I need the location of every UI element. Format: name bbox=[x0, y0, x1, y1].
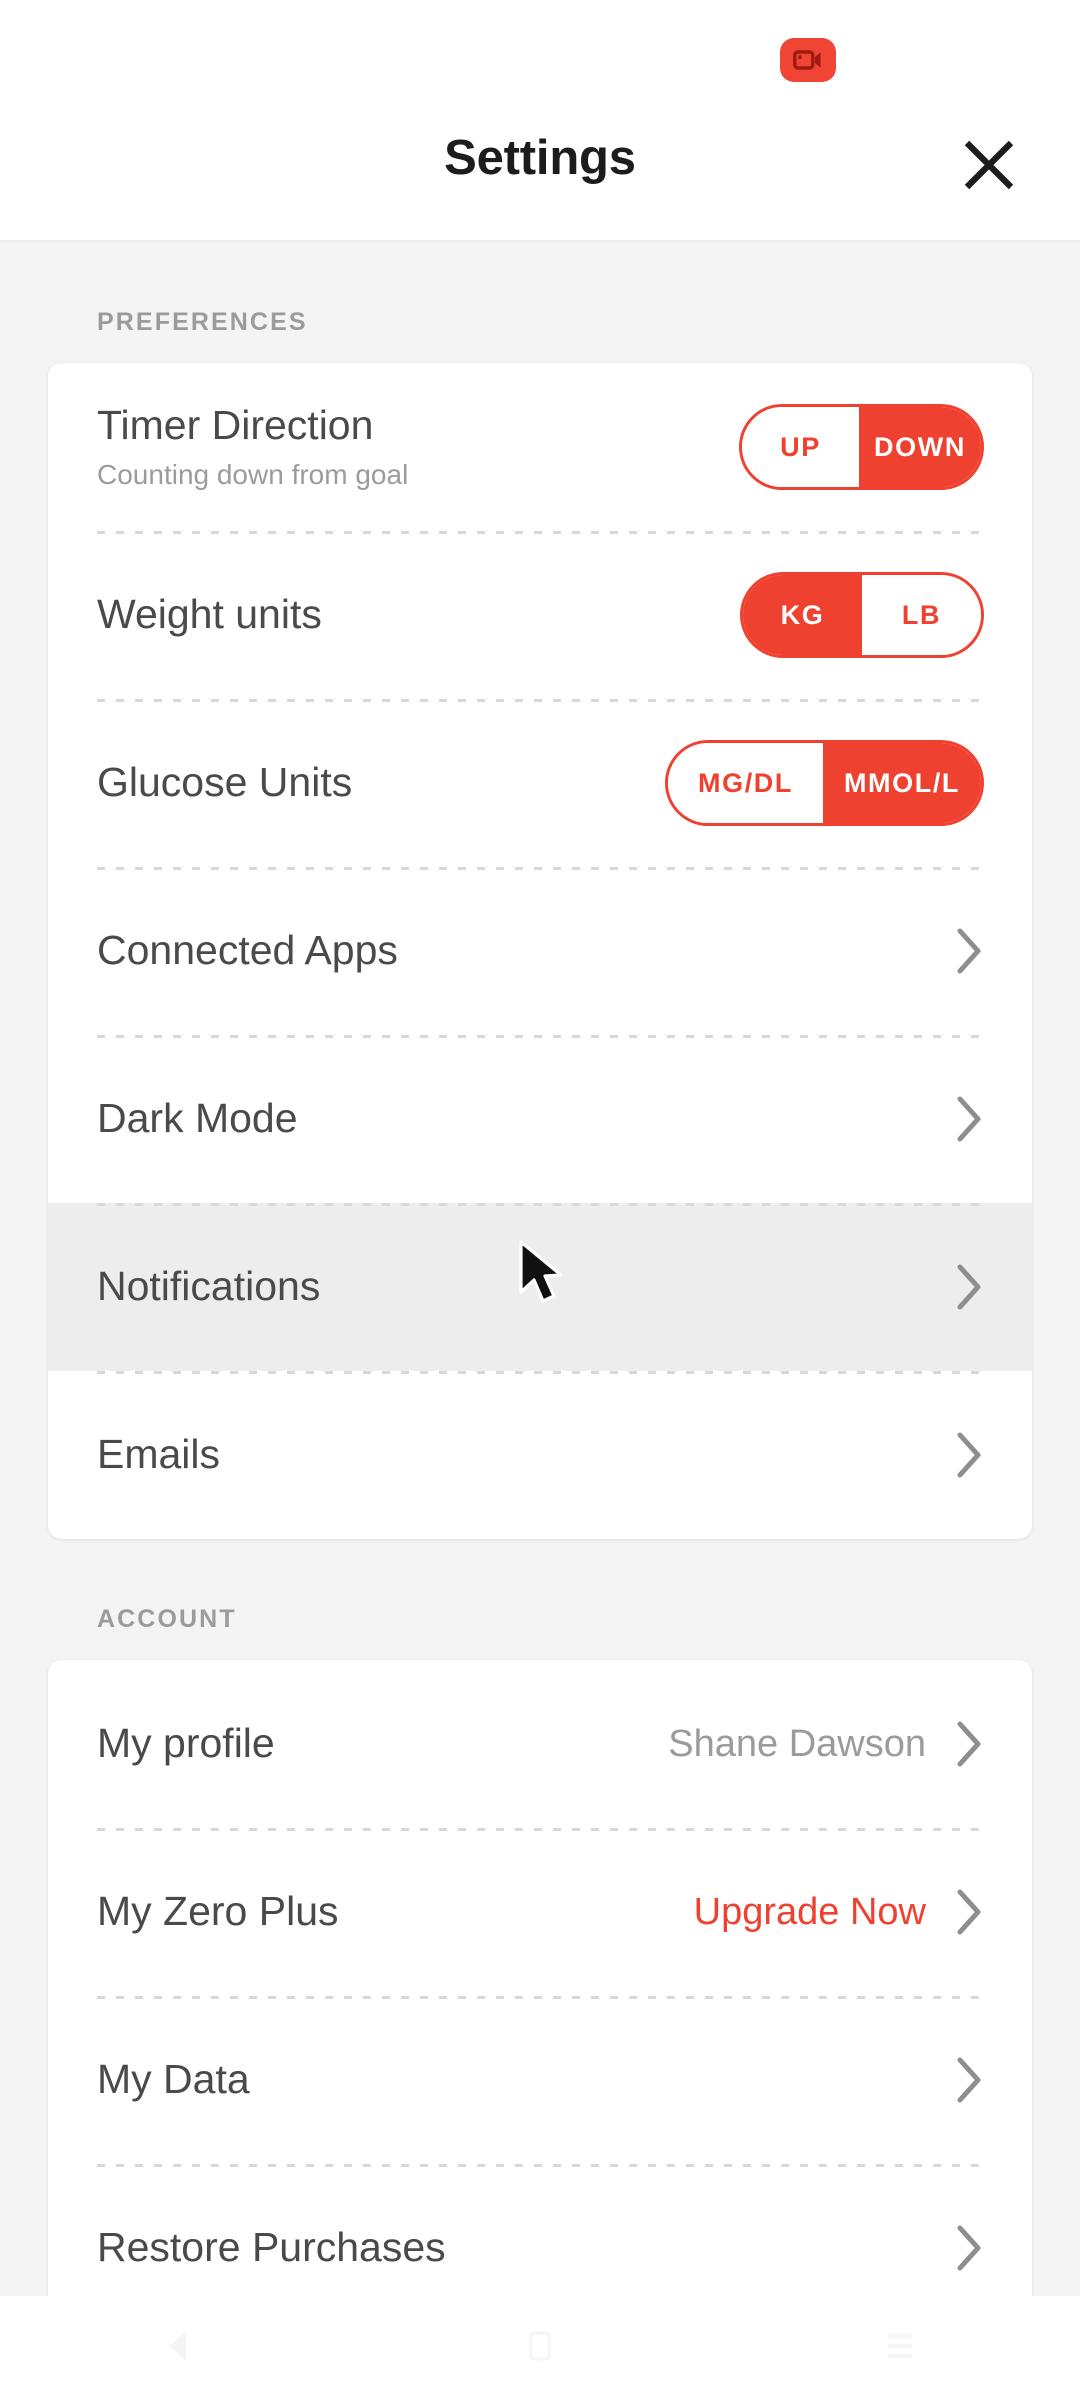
row-my-zero-plus[interactable]: My Zero Plus Upgrade Now bbox=[48, 1828, 1032, 1996]
chevron-right-icon bbox=[956, 2056, 984, 2104]
row-label: Dark Mode bbox=[97, 1095, 298, 1142]
row-timer-direction[interactable]: Timer Direction Counting down from goal … bbox=[48, 363, 1032, 531]
upgrade-now-link[interactable]: Upgrade Now bbox=[694, 1891, 926, 1934]
row-label: Restore Purchases bbox=[97, 2224, 446, 2271]
chevron-right-icon bbox=[956, 1720, 984, 1768]
row-label: Weight units bbox=[97, 591, 322, 638]
row-sublabel: Counting down from goal bbox=[97, 459, 409, 491]
weight-units-option-kg[interactable]: KG bbox=[743, 575, 862, 655]
row-label: My Zero Plus bbox=[97, 1888, 339, 1935]
glucose-units-toggle[interactable]: MG/DL MMOL/L bbox=[665, 740, 984, 826]
row-my-profile[interactable]: My profile Shane Dawson bbox=[48, 1660, 1032, 1828]
home-square-icon[interactable] bbox=[519, 2325, 561, 2372]
account-card: My profile Shane Dawson My Zero Plus Upg… bbox=[48, 1660, 1032, 2332]
screen-recording-badge bbox=[780, 38, 836, 82]
weight-units-toggle[interactable]: KG LB bbox=[740, 572, 984, 658]
timer-direction-option-up[interactable]: UP bbox=[742, 407, 859, 487]
row-label: My profile bbox=[97, 1720, 275, 1767]
row-label: Connected Apps bbox=[97, 927, 398, 974]
row-glucose-units[interactable]: Glucose Units MG/DL MMOL/L bbox=[48, 699, 1032, 867]
row-connected-apps[interactable]: Connected Apps bbox=[48, 867, 1032, 1035]
settings-content[interactable]: PREFERENCES Timer Direction Counting dow… bbox=[0, 242, 1080, 2400]
preferences-card: Timer Direction Counting down from goal … bbox=[48, 363, 1032, 1539]
row-emails[interactable]: Emails bbox=[48, 1371, 1032, 1539]
row-dark-mode[interactable]: Dark Mode bbox=[48, 1035, 1032, 1203]
glucose-units-option-mgdl[interactable]: MG/DL bbox=[668, 743, 823, 823]
close-button[interactable] bbox=[950, 126, 1028, 204]
chevron-right-icon bbox=[956, 1263, 984, 1311]
close-icon bbox=[959, 135, 1019, 195]
chevron-right-icon bbox=[956, 1888, 984, 1936]
section-header-preferences: PREFERENCES bbox=[97, 308, 308, 336]
android-navigation-bar bbox=[0, 2296, 1080, 2400]
row-notifications[interactable]: Notifications bbox=[48, 1203, 1032, 1371]
chevron-right-icon bbox=[956, 1431, 984, 1479]
row-label: Timer Direction bbox=[97, 401, 374, 448]
chevron-right-icon bbox=[956, 2224, 984, 2272]
chevron-right-icon bbox=[956, 927, 984, 975]
glucose-units-option-mmoll[interactable]: MMOL/L bbox=[823, 743, 981, 823]
row-my-data[interactable]: My Data bbox=[48, 1996, 1032, 2164]
section-header-account: ACCOUNT bbox=[97, 1605, 237, 1633]
row-label: My Data bbox=[97, 2056, 250, 2103]
row-weight-units[interactable]: Weight units KG LB bbox=[48, 531, 1032, 699]
my-profile-value: Shane Dawson bbox=[668, 1722, 926, 1765]
timer-direction-option-down[interactable]: DOWN bbox=[859, 407, 981, 487]
timer-direction-toggle[interactable]: UP DOWN bbox=[739, 404, 984, 490]
weight-units-option-lb[interactable]: LB bbox=[862, 575, 981, 655]
back-triangle-icon[interactable] bbox=[159, 2325, 201, 2372]
chevron-right-icon bbox=[956, 1095, 984, 1143]
row-label: Glucose Units bbox=[97, 759, 353, 806]
page-title: Settings bbox=[444, 131, 636, 185]
recents-lines-icon[interactable] bbox=[879, 2325, 921, 2372]
video-camera-icon bbox=[793, 49, 823, 71]
row-label: Emails bbox=[97, 1431, 221, 1478]
app-header: Settings bbox=[0, 0, 1080, 242]
row-label: Notifications bbox=[97, 1263, 321, 1310]
